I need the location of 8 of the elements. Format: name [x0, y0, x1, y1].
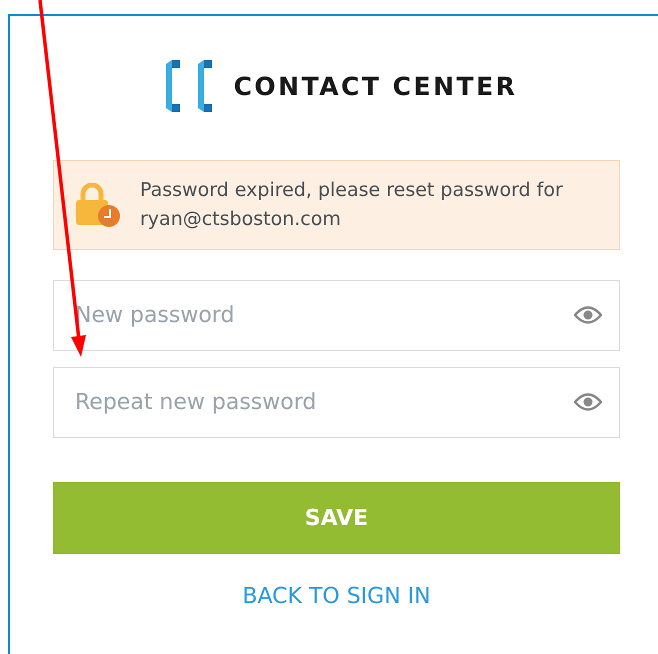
- back-to-sign-in-link[interactable]: BACK TO SIGN IN: [242, 584, 431, 609]
- password-field[interactable]: Repeat new password: [53, 367, 620, 438]
- lock-clock-icon: [74, 183, 120, 227]
- eye-icon[interactable]: [574, 306, 602, 324]
- alert-message: Password expired, please reset password for ryan@ctsboston.com: [140, 178, 564, 232]
- logo-text: CONTACT CENTER: [234, 72, 518, 100]
- eye-icon[interactable]: [574, 393, 602, 411]
- save-button[interactable]: SAVE: [53, 482, 620, 554]
